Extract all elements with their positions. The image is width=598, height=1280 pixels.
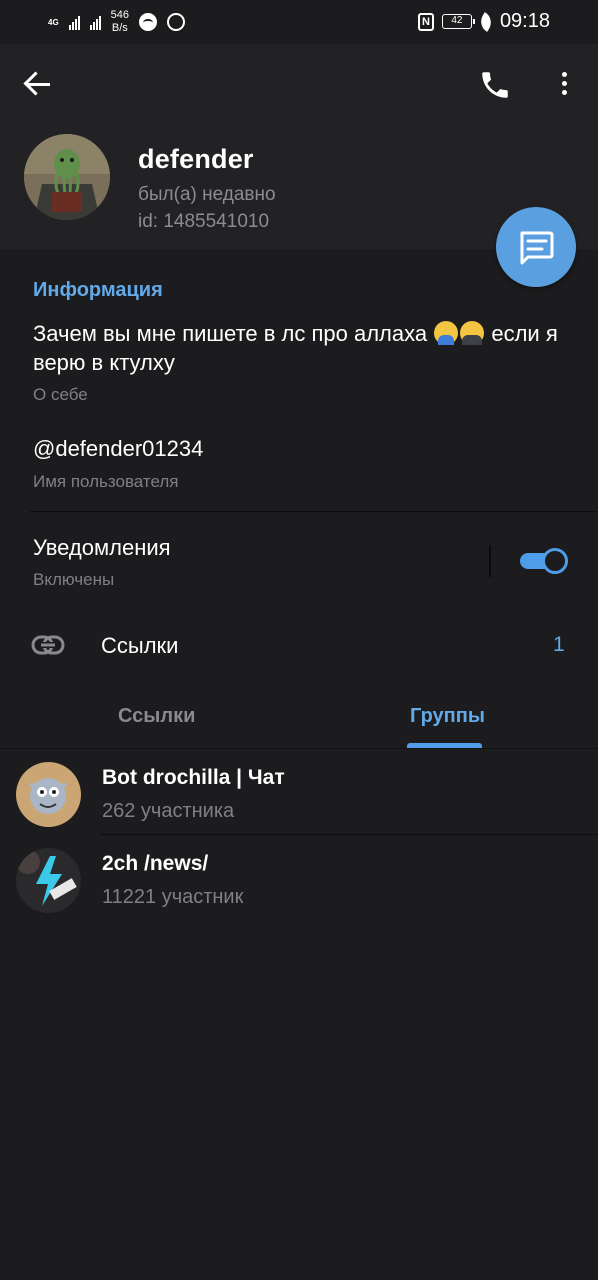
signal-icon-2: [89, 14, 101, 30]
message-icon: [520, 231, 554, 265]
link-icon: [31, 635, 65, 655]
status-left: 4G 546 B/s: [48, 9, 186, 35]
facepalm-emoji-icon: [460, 321, 485, 345]
more-vertical-icon[interactable]: [552, 68, 576, 102]
tab-links[interactable]: Ссылки: [118, 705, 195, 728]
list-item[interactable]: 2ch /news/ 11221 участник: [0, 838, 598, 924]
notifications-title[interactable]: Уведомления: [33, 535, 171, 561]
group-members: 11221 участник: [102, 886, 244, 908]
battery-icon: 42: [441, 14, 475, 29]
links-row[interactable]: Ссылки 1: [0, 618, 598, 674]
bio-text[interactable]: Зачем вы мне пишете в лс про аллаха если…: [33, 319, 573, 377]
tab-groups[interactable]: Группы: [410, 705, 485, 728]
username[interactable]: @defender01234: [33, 436, 203, 462]
arrow-left-icon[interactable]: [22, 70, 56, 100]
send-message-button[interactable]: [496, 207, 576, 287]
notifications-status: Включены: [33, 570, 115, 589]
network-type-1: 4G: [48, 17, 59, 27]
group-members: 262 участника: [102, 800, 235, 822]
spotify-icon: [139, 13, 158, 31]
power-saving-icon: [476, 11, 496, 32]
profile-name: defender: [138, 144, 254, 174]
group-avatar: [16, 848, 81, 913]
bio-caption: О себе: [33, 385, 88, 404]
links-count: 1: [553, 633, 565, 656]
bio-text-start: Зачем вы мне пишете в лс про аллаха: [33, 321, 428, 346]
group-name: 2ch /news/: [102, 852, 209, 875]
group-name: Bot drochilla | Чат: [102, 766, 285, 789]
vertical-separator: [489, 545, 491, 577]
list-item[interactable]: Bot drochilla | Чат 262 участника: [0, 752, 598, 838]
media-tabs: Ссылки Группы: [0, 690, 598, 748]
status-right: N 42 09:18: [417, 10, 550, 33]
links-label: Ссылки: [101, 633, 179, 658]
last-seen-status: был(а) недавно: [138, 184, 276, 205]
info-section-title: Информация: [33, 279, 163, 301]
user-id: id: 1485541010: [138, 211, 270, 232]
group-avatar: [16, 762, 81, 827]
notifications-toggle[interactable]: [518, 545, 570, 575]
avatar[interactable]: [24, 134, 110, 220]
nfc-icon: N: [417, 12, 434, 31]
divider: [30, 511, 598, 512]
tabs-divider: [0, 748, 598, 749]
username-caption: Имя пользователя: [33, 472, 179, 491]
divider: [100, 834, 598, 835]
phone-icon[interactable]: [478, 68, 512, 102]
location-icon: [167, 13, 186, 31]
shrug-emoji-icon: [434, 321, 459, 345]
signal-icon: [68, 14, 80, 30]
data-speed: 546 B/s: [110, 9, 130, 34]
clock: 09:18: [499, 10, 550, 32]
status-bar: 4G 546 B/s N 42 09:18: [0, 0, 598, 44]
